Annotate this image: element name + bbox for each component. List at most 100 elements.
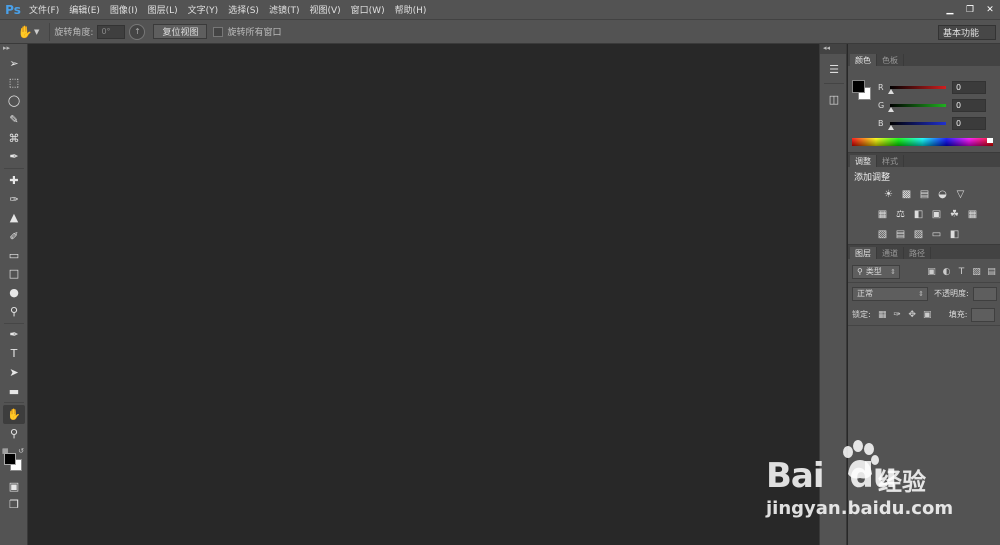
close-button[interactable]: ✕ [980,0,1000,19]
properties-panel-icon[interactable]: ◫ [824,88,844,110]
rotation-angle-input[interactable]: 0° [97,24,126,39]
color-spectrum-bar[interactable] [852,138,993,146]
move-icon[interactable]: ➢ [3,54,25,73]
zoom-icon[interactable]: ⚲ [3,424,25,443]
threshold-icon[interactable]: ▨ [910,228,927,241]
smart-object-filter-icon[interactable]: ▤ [984,265,999,278]
red-channel-slider[interactable] [888,85,946,94]
hue-saturation-icon[interactable]: ▦ [874,208,891,221]
document-canvas[interactable] [29,44,819,545]
layer-filter-select[interactable]: ⚲ 类型 ⇕ [852,264,900,279]
levels-icon[interactable]: ▩ [898,188,915,201]
invert-icon[interactable]: ▧ [874,228,891,241]
green-channel-input[interactable]: 0 [952,98,986,112]
menu-window[interactable]: 窗口(W) [346,0,390,19]
crop-icon[interactable]: ⌘ [3,129,25,148]
eraser-icon[interactable]: ▭ [3,246,25,265]
lock-all-icon[interactable]: ▣ [920,308,935,321]
rotation-dial[interactable]: ↑ [129,23,146,40]
collapse-handle[interactable]: ◂◂ [820,44,846,54]
healing-brush-icon[interactable]: ✚ [3,171,25,190]
color-balance-icon[interactable]: ⚖ [892,208,909,221]
blue-channel-slider[interactable] [888,121,946,130]
menu-file[interactable]: 文件(F) [24,0,64,19]
lock-image-icon[interactable]: ✑ [890,308,905,321]
chevron-down-icon[interactable]: ▼ [34,28,39,36]
workspace-select[interactable]: 基本功能 [938,25,996,40]
lasso-icon[interactable]: ◯ [3,91,25,110]
foreground-color-swatch[interactable] [4,452,16,465]
menu-help[interactable]: 帮助(H) [390,0,432,19]
clone-stamp-icon[interactable]: ▲ [3,209,25,228]
tab-channels[interactable]: 通道 [877,247,904,259]
minimize-button[interactable]: ▁ [940,0,960,19]
vibrance-icon[interactable]: ▽ [952,188,969,201]
tab-paths[interactable]: 路径 [904,247,931,259]
pen-icon[interactable]: ✒ [3,326,25,345]
exposure-icon[interactable]: ◒ [934,188,951,201]
brightness-icon[interactable]: ☀ [880,188,897,201]
tab-adjustments[interactable]: 调整 [850,155,877,167]
menu-image[interactable]: 图像(I) [105,0,143,19]
lock-position-icon[interactable]: ✥ [905,308,920,321]
selective-color-icon[interactable]: ◧ [946,228,963,241]
screen-mode-icon[interactable]: ❐ [3,495,25,514]
tab-styles[interactable]: 样式 [877,155,904,167]
rotate-all-windows-checkbox[interactable] [213,26,224,37]
path-select-icon[interactable]: ➤ [3,363,25,382]
slider-thumb[interactable] [888,106,894,112]
white-swatch[interactable] [987,138,993,143]
gradient-map-icon[interactable]: ▭ [928,228,945,241]
quick-mask-icon[interactable]: ▣ [3,477,25,496]
color-lookup-icon[interactable]: ▦ [964,208,981,221]
green-channel-slider[interactable] [888,103,946,112]
channel-mixer-icon[interactable]: ☘ [946,208,963,221]
black-white-icon[interactable]: ◧ [910,208,927,221]
menu-type[interactable]: 文字(Y) [183,0,224,19]
divider [4,402,24,404]
tab-layers[interactable]: 图层 [850,247,877,259]
tab-swatches[interactable]: 色板 [877,54,904,66]
fill-input[interactable] [971,307,996,322]
shape-layer-filter-icon[interactable]: ▧ [969,265,984,278]
eyedropper-icon[interactable]: ✒ [3,147,25,166]
baidu-logo-prefix: Bai [766,456,825,496]
menu-view[interactable]: 视图(V) [304,0,345,19]
dodge-icon[interactable]: ⚲ [3,302,25,321]
blue-channel-input[interactable]: 0 [952,116,986,130]
adjustment-layer-filter-icon[interactable]: ◐ [939,265,954,278]
slider-thumb[interactable] [888,88,894,94]
foreground-color-swatch[interactable] [852,80,865,93]
pixel-layer-filter-icon[interactable]: ▣ [924,265,939,278]
history-panel-icon[interactable]: ☰ [824,58,844,80]
blend-mode-select[interactable]: 正常 ⇕ [852,286,928,301]
tab-color[interactable]: 颜色 [850,54,877,66]
type-layer-filter-icon[interactable]: T [954,265,969,278]
marquee-icon[interactable]: ⬚ [3,73,25,92]
history-brush-icon[interactable]: ✐ [3,227,25,246]
posterize-icon[interactable]: ▤ [892,228,909,241]
slider-thumb[interactable] [888,124,894,130]
lock-transparent-icon[interactable]: ▦ [875,308,890,321]
menu-filter[interactable]: 滤镜(T) [264,0,305,19]
divider [49,22,51,41]
menu-select[interactable]: 选择(S) [223,0,264,19]
brush-icon[interactable]: ✑ [3,190,25,209]
curves-icon[interactable]: ▤ [916,188,933,201]
opacity-input[interactable] [972,286,997,301]
rotate-view-icon[interactable]: ✋ [3,405,25,425]
collapse-handle[interactable] [848,44,1000,52]
collapse-handle[interactable]: ▸▸ [0,44,27,54]
menu-edit[interactable]: 编辑(E) [64,0,105,19]
blur-icon[interactable]: ● [3,283,25,302]
type-icon[interactable]: T [3,344,25,363]
reset-view-button[interactable]: 复位视图 [153,24,208,39]
restore-button[interactable]: ❐ [960,0,980,19]
photo-filter-icon[interactable]: ▣ [928,208,945,221]
red-channel-input[interactable]: 0 [952,80,986,94]
rectangle-icon[interactable]: ▬ [3,382,25,401]
swap-colors-icon[interactable]: ↺ [18,447,24,455]
gradient-icon[interactable]: □ [3,265,25,284]
quick-select-icon[interactable]: ✎ [3,110,25,129]
menu-layer[interactable]: 图层(L) [143,0,183,19]
